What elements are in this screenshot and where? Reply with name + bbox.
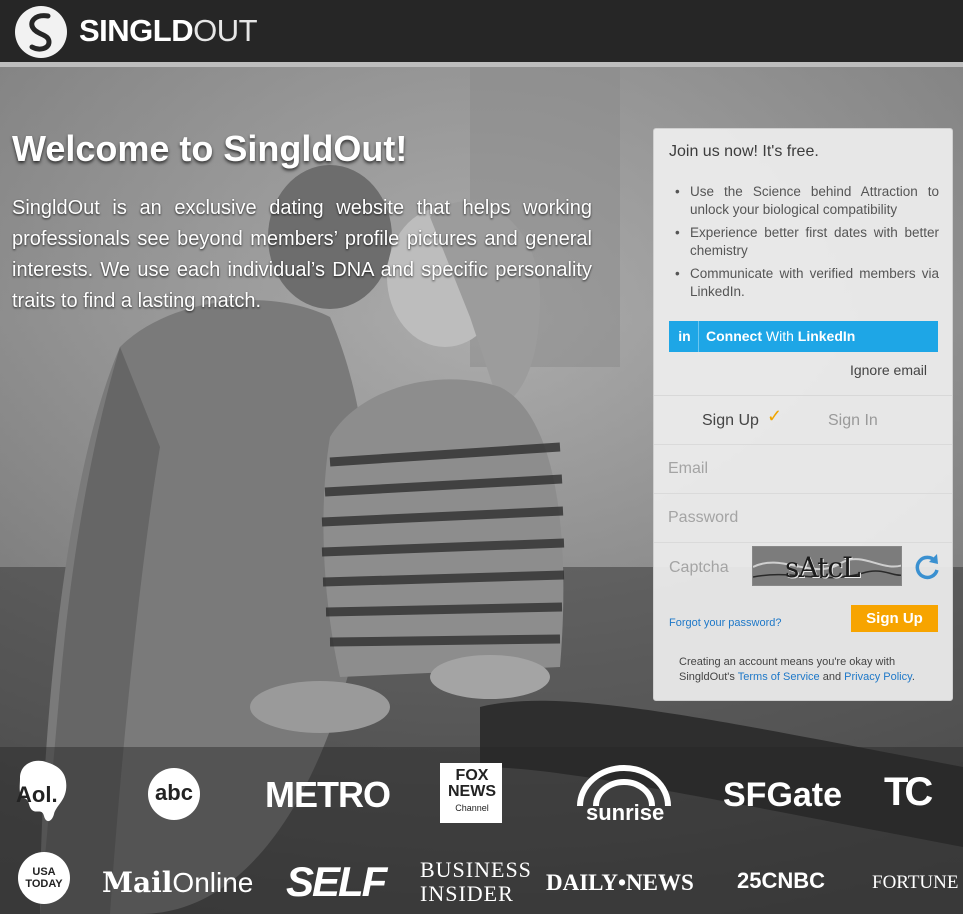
privacy-policy-link[interactable]: Privacy Policy [844, 671, 912, 683]
aol-logo: Aol. [16, 782, 58, 807]
sfgate-logo: SFGate [723, 776, 843, 814]
daily-news-logo: DAILY•NEWS [546, 870, 694, 895]
tab-sign-in[interactable]: Sign In [828, 412, 878, 430]
mail-online-logo: MailOnline [102, 866, 253, 899]
linkedin-icon: in [678, 328, 691, 344]
linkedin-mid: With [762, 328, 798, 344]
linkedin-separator [698, 321, 699, 352]
news-word: NEWS [448, 783, 496, 800]
techcrunch-logo: TC [884, 770, 933, 814]
welcome-title: Welcome to SingldOut! [12, 128, 408, 169]
email-input[interactable] [668, 454, 938, 484]
benefit-item: Experience better first dates with bette… [669, 224, 939, 260]
logo-icon[interactable] [15, 6, 67, 58]
refresh-captcha-icon[interactable] [912, 552, 942, 582]
metro-logo: METRO [265, 774, 391, 815]
forgot-password-link[interactable]: Forgot your password? [669, 617, 782, 629]
brand-light: OUT [193, 13, 258, 48]
password-field-row [654, 493, 952, 542]
fortune-logo: FORTUNE [872, 872, 959, 893]
signup-panel: Join us now! It's free. Use the Science … [653, 128, 953, 701]
top-bar: SINGLDOUT [0, 0, 963, 62]
benefit-item: Use the Science behind Attraction to unl… [669, 183, 939, 219]
captcha-row: Captcha sAtcL [654, 542, 952, 592]
password-input[interactable] [668, 503, 938, 533]
self-logo: SELF [286, 858, 387, 905]
mail-word: Mail [102, 866, 173, 899]
linkedin-lead: Connect [706, 328, 762, 344]
captcha-label[interactable]: Captcha [669, 559, 729, 577]
brand-logo[interactable]: SINGLDOUT [79, 13, 258, 49]
linkedin-button-label: Connect With LinkedIn [706, 328, 855, 344]
terms-and: and [819, 671, 845, 683]
online-word: Online [172, 867, 254, 898]
benefits-list: Use the Science behind Attraction to unl… [669, 183, 939, 306]
terms-of-service-link[interactable]: Terms of Service [738, 671, 820, 683]
usa-today-logo: USA TODAY [20, 866, 68, 890]
intro-text: SingldOut is an exclusive dating website… [12, 197, 592, 312]
sign-up-button[interactable]: Sign Up [851, 605, 938, 632]
auth-tabs: Sign Up ✓ Sign In [654, 395, 952, 447]
business-insider-logo: BUSINESS INSIDER [420, 858, 532, 906]
channel-word: Channel [455, 803, 489, 813]
captcha-image: sAtcL [752, 546, 902, 586]
panel-title: Join us now! It's free. [669, 143, 819, 160]
email-field-row [654, 444, 952, 493]
abc-logo: abc [155, 780, 193, 805]
terms-suffix: . [911, 671, 915, 683]
cnbc-logo: 25CNBC [737, 868, 826, 893]
tab-sign-up[interactable]: Sign Up [702, 412, 759, 430]
terms-notice: Creating an account means you're okay wi… [679, 655, 919, 685]
business-word: BUSINESS [420, 857, 532, 882]
sunrise-logo: sunrise [586, 800, 665, 825]
insider-word: INSIDER [420, 881, 514, 906]
connect-linkedin-button[interactable]: in Connect With LinkedIn [669, 321, 938, 352]
brand-bold: SINGLD [79, 13, 194, 48]
fox-news-logo: FOX NEWS Channel [446, 768, 498, 816]
ignore-email-link[interactable]: Ignore email [850, 362, 927, 378]
checkmark-icon: ✓ [767, 406, 783, 426]
fox-word: FOX [455, 767, 489, 784]
benefit-item: Communicate with verified members via Li… [669, 265, 939, 301]
today-word: TODAY [25, 878, 63, 890]
captcha-text: sAtcL [785, 551, 861, 584]
linkedin-brand: LinkedIn [797, 328, 856, 344]
usa-word: USA [32, 866, 56, 878]
